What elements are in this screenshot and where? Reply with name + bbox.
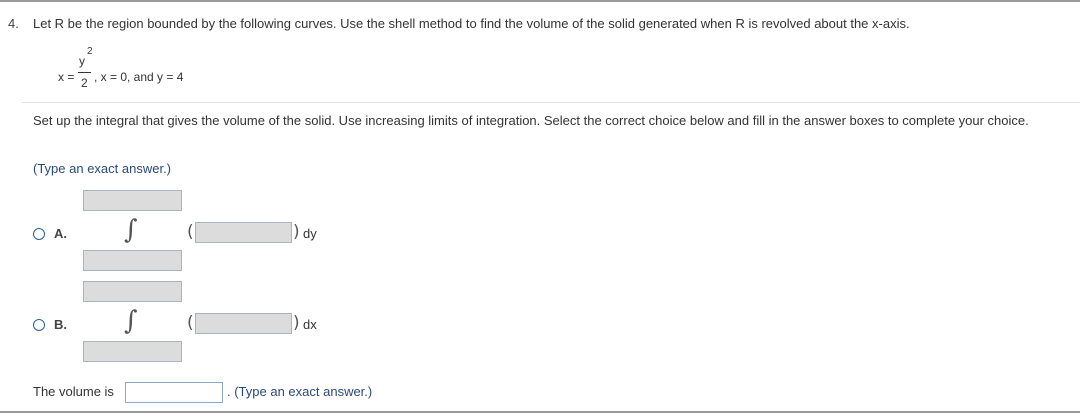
choice-a-upper-limit-input[interactable] [83,190,182,211]
volume-hint: . (Type an exact answer.) [227,384,373,399]
integral-sign: ∫ [124,215,138,245]
close-paren: ) [293,313,300,333]
open-paren: ( [187,222,194,242]
integral-sign: ∫ [124,306,138,336]
choice-b-letter: B. [54,317,67,332]
choice-b-differential: dx [303,317,317,332]
section-divider [22,102,1080,103]
choice-b-integrand-input[interactable] [195,313,292,334]
choice-a-lower-limit-input[interactable] [83,250,182,271]
hint-text: (Type an exact answer.) [33,161,172,176]
top-divider [0,0,1080,2]
choice-a-letter: A. [54,226,67,241]
fraction-bar [78,72,91,73]
equation-denominator: 2 [81,76,88,90]
choice-a-differential: dy [303,226,317,241]
question-text: Let R be the region bounded by the follo… [33,16,910,31]
equation-lhs: x = [58,70,75,84]
choice-a-integrand-input[interactable] [195,222,292,243]
choice-b-lower-limit-input[interactable] [83,341,182,362]
equation-rest: , x = 0, and y = 4 [94,70,184,84]
question-number: 4. [8,16,19,31]
choice-a-radio[interactable] [33,228,45,240]
equation-exponent: 2 [87,46,93,57]
bottom-divider [0,411,1080,413]
close-paren: ) [293,222,300,242]
open-paren: ( [187,313,194,333]
equation-numerator: y [79,54,85,68]
choice-b-upper-limit-input[interactable] [83,281,182,302]
instructions-text: Set up the integral that gives the volum… [33,113,1029,128]
choice-b-radio[interactable] [33,319,45,331]
volume-answer-input[interactable] [125,382,223,403]
volume-label: The volume is [33,384,114,399]
